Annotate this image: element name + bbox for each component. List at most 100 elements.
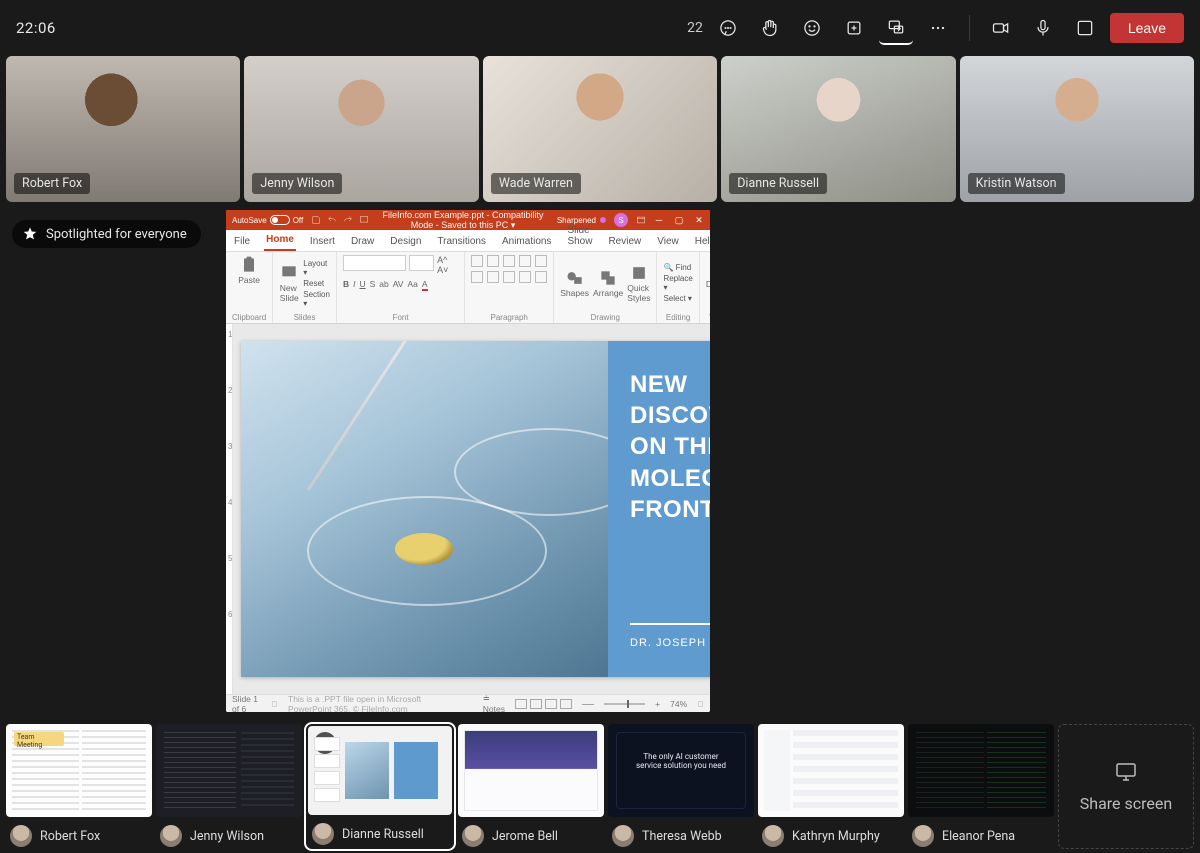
video-tile[interactable]: Robert Fox: [6, 56, 240, 202]
dot-icon: [600, 217, 606, 223]
more-button[interactable]: [921, 11, 955, 45]
maximize-button[interactable]: ▢: [674, 215, 684, 226]
reset-button[interactable]: Reset: [303, 279, 330, 288]
apps-button[interactable]: [837, 11, 871, 45]
mic-icon: [1033, 18, 1053, 38]
redo-icon[interactable]: [343, 215, 353, 225]
new-slide-icon[interactable]: [279, 263, 299, 283]
camera-button[interactable]: [984, 11, 1018, 45]
leave-button[interactable]: Leave: [1110, 13, 1184, 43]
preview-thumbnail: [758, 724, 904, 817]
window-controls: ─ ▢ ✕: [654, 215, 704, 226]
columns-button[interactable]: [535, 271, 547, 283]
char-spacing-button[interactable]: AV: [393, 279, 404, 291]
reading-view-button[interactable]: [545, 699, 557, 709]
shadow-button[interactable]: ab: [379, 279, 388, 291]
tab-design[interactable]: Design: [388, 232, 423, 251]
font-color-button[interactable]: A: [422, 279, 428, 291]
ribbon-group-clipboard: Paste Clipboard: [226, 252, 273, 323]
ribbon-collapse-icon[interactable]: [636, 215, 646, 225]
chat-icon: [718, 18, 738, 38]
reactions-button[interactable]: [795, 11, 829, 45]
layout-button[interactable]: Layout ▾: [303, 259, 330, 277]
share-source-tile[interactable]: Eleanor Pena: [908, 724, 1054, 849]
change-case-button[interactable]: Aa: [407, 279, 417, 291]
share-source-tile[interactable]: Kathryn Murphy: [758, 724, 904, 849]
participants-button[interactable]: 22: [681, 20, 703, 36]
tab-animations[interactable]: Animations: [500, 232, 553, 251]
slideshow-view-button[interactable]: [560, 699, 572, 709]
share-indicator-button[interactable]: [879, 11, 913, 45]
numbering-button[interactable]: [487, 255, 499, 267]
tab-help[interactable]: Help: [693, 232, 710, 251]
paste-icon[interactable]: [239, 255, 259, 275]
ppt-titlebar: AutoSave Off FileInfo.com Example.ppt - …: [226, 210, 710, 230]
mic-button[interactable]: [1026, 11, 1060, 45]
spotlight-label: Spotlighted for everyone: [46, 227, 187, 242]
minimize-button[interactable]: ─: [654, 215, 664, 226]
fit-to-window-button[interactable]: [697, 699, 704, 709]
indent-inc-button[interactable]: [519, 255, 531, 267]
font-family-select[interactable]: [343, 255, 406, 271]
find-button[interactable]: 🔍 Find: [663, 263, 692, 272]
bullets-button[interactable]: [471, 255, 483, 267]
slideshow-icon[interactable]: [359, 215, 369, 225]
align-right-button[interactable]: [503, 271, 515, 283]
notes-button[interactable]: ≐ Notes: [483, 693, 505, 712]
select-button[interactable]: Select ▾: [663, 294, 692, 303]
italic-button[interactable]: I: [353, 279, 355, 291]
arrange-icon[interactable]: [598, 268, 618, 288]
share-source-tile[interactable]: Team Meeting Robert Fox: [6, 724, 152, 849]
line-spacing-button[interactable]: [535, 255, 547, 267]
share-source-name: Robert Fox: [40, 829, 100, 844]
ppt-status-bar: Slide 1 of 6 This is a .PPT file open in…: [226, 694, 710, 712]
justify-button[interactable]: [519, 271, 531, 283]
tab-insert[interactable]: Insert: [308, 232, 337, 251]
shapes-icon[interactable]: [565, 268, 585, 288]
share-source-tile[interactable]: Jenny Wilson: [156, 724, 302, 849]
video-tile[interactable]: Wade Warren: [483, 56, 717, 202]
underline-button[interactable]: U: [359, 279, 365, 291]
participants-count: 22: [687, 20, 703, 36]
preview-thumbnail: [156, 724, 302, 817]
save-icon[interactable]: [311, 215, 321, 225]
video-tile[interactable]: Dianne Russell: [721, 56, 955, 202]
tab-file[interactable]: File: [232, 232, 252, 251]
preview-thumbnail: [908, 724, 1054, 817]
video-tile[interactable]: Kristin Watson: [960, 56, 1194, 202]
tab-draw[interactable]: Draw: [349, 232, 376, 251]
share-source-tile[interactable]: Dianne Russell: [306, 724, 454, 849]
tab-review[interactable]: Review: [606, 232, 643, 251]
quick-styles-icon[interactable]: [629, 263, 649, 283]
raise-hand-button[interactable]: [753, 11, 787, 45]
ppt-body: 1 2 3 4 5 6 NEW DISCOVERIES ON THE MOLE: [226, 324, 710, 694]
indent-dec-button[interactable]: [503, 255, 515, 267]
tab-transitions[interactable]: Transitions: [435, 232, 488, 251]
strike-button[interactable]: S: [370, 279, 376, 291]
font-size-select[interactable]: [409, 255, 434, 271]
share-screen-button[interactable]: Share screen: [1058, 724, 1194, 849]
share-screen-top-button[interactable]: [1068, 11, 1102, 45]
user-avatar[interactable]: S: [614, 213, 628, 227]
chat-button[interactable]: [711, 11, 745, 45]
normal-view-button[interactable]: [515, 699, 527, 709]
section-button[interactable]: Section ▾: [303, 290, 330, 308]
tab-view[interactable]: View: [655, 232, 681, 251]
bold-button[interactable]: B: [343, 279, 349, 291]
sorter-view-button[interactable]: [530, 699, 542, 709]
autosave-toggle[interactable]: AutoSave Off: [232, 215, 303, 225]
align-left-button[interactable]: [471, 271, 483, 283]
video-tile[interactable]: Jenny Wilson: [244, 56, 478, 202]
slide-canvas[interactable]: NEW DISCOVERIES ON THE MOLECULAR FRONTIE…: [233, 324, 710, 694]
close-button[interactable]: ✕: [694, 215, 704, 226]
replace-button[interactable]: Replace ▾: [663, 274, 692, 292]
tab-slide-show[interactable]: Slide Show: [565, 221, 594, 251]
align-center-button[interactable]: [487, 271, 499, 283]
slide-thumbnails-panel[interactable]: 1 2 3 4 5 6: [226, 324, 233, 694]
tab-home[interactable]: Home: [264, 230, 296, 251]
zoom-slider[interactable]: [604, 703, 645, 705]
share-source-tile[interactable]: Theresa Webb: [608, 724, 754, 849]
accessibility-icon[interactable]: [271, 699, 278, 709]
undo-icon[interactable]: [327, 215, 337, 225]
share-source-tile[interactable]: Jerome Bell: [458, 724, 604, 849]
